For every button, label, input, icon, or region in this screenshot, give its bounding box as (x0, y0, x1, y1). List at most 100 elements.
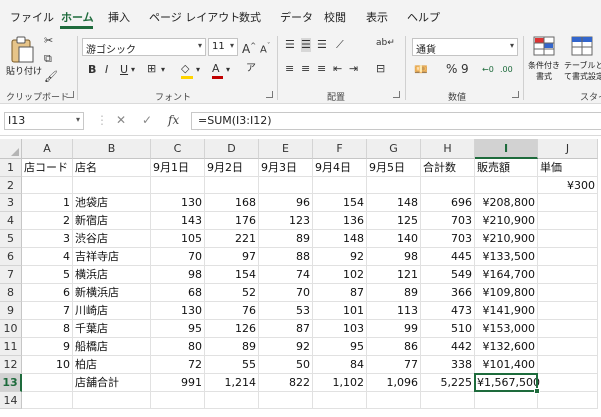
number-format-dropdown[interactable]: 通貨 ▾ (412, 38, 518, 56)
cell-I5[interactable]: ¥210,900 (475, 230, 538, 248)
cell-C13[interactable]: 991 (151, 374, 205, 392)
cell-C8[interactable]: 68 (151, 284, 205, 302)
select-all-button[interactable] (0, 139, 22, 159)
cell-A6[interactable]: 4 (22, 248, 73, 266)
cut-icon[interactable]: ✂ (44, 34, 53, 48)
chevron-down-icon[interactable]: ▾ (226, 63, 230, 77)
paste-button[interactable]: 貼り付け (6, 34, 42, 84)
align-left-icon[interactable]: ≡ (285, 62, 294, 76)
decrease-font-icon[interactable]: Aˇ (260, 39, 270, 57)
cell-I8[interactable]: ¥109,800 (475, 284, 538, 302)
cell-G4[interactable]: 125 (367, 212, 421, 230)
cell-H1[interactable]: 合計数 (421, 159, 475, 177)
cell-C11[interactable]: 80 (151, 338, 205, 356)
align-top-icon[interactable]: ☰ (285, 38, 295, 52)
insert-function-icon[interactable]: fx (168, 113, 179, 127)
cell-J3[interactable] (538, 194, 598, 212)
cell-H9[interactable]: 473 (421, 302, 475, 320)
decrease-decimal-icon[interactable]: .00 (500, 63, 513, 77)
tab-data[interactable]: データ (280, 9, 313, 25)
row-header-9[interactable]: 9 (0, 302, 22, 320)
tab-file[interactable]: ファイル (10, 9, 54, 25)
cell-F1[interactable]: 9月4日 (313, 159, 367, 177)
cell-J12[interactable] (538, 356, 598, 374)
cell-I10[interactable]: ¥153,000 (475, 320, 538, 338)
cell-J4[interactable] (538, 212, 598, 230)
cell-H14[interactable] (421, 392, 475, 409)
cell-D14[interactable] (205, 392, 259, 409)
align-right-icon[interactable]: ≡ (317, 62, 326, 76)
clipboard-launcher-icon[interactable] (67, 91, 74, 98)
cell-E3[interactable]: 96 (259, 194, 313, 212)
cell-H4[interactable]: 703 (421, 212, 475, 230)
cell-D10[interactable]: 126 (205, 320, 259, 338)
row-header-14[interactable]: 14 (0, 392, 22, 409)
cell-F10[interactable]: 103 (313, 320, 367, 338)
cell-J5[interactable] (538, 230, 598, 248)
cell-I13[interactable]: ¥1,567,500 (475, 374, 540, 392)
row-header-12[interactable]: 12 (0, 356, 22, 374)
column-header-H[interactable]: H (421, 139, 475, 159)
underline-button[interactable]: U (120, 63, 128, 77)
cell-A4[interactable]: 2 (22, 212, 73, 230)
cell-G7[interactable]: 121 (367, 266, 421, 284)
cell-C10[interactable]: 95 (151, 320, 205, 338)
cell-D6[interactable]: 97 (205, 248, 259, 266)
cell-B11[interactable]: 船橋店 (73, 338, 151, 356)
cell-H2[interactable] (421, 177, 475, 194)
cell-B12[interactable]: 柏店 (73, 356, 151, 374)
cell-E11[interactable]: 92 (259, 338, 313, 356)
cell-D4[interactable]: 176 (205, 212, 259, 230)
cell-G2[interactable] (367, 177, 421, 194)
tab-insert[interactable]: 挿入 (108, 9, 130, 25)
cell-B9[interactable]: 川崎店 (73, 302, 151, 320)
cell-D9[interactable]: 76 (205, 302, 259, 320)
cell-E5[interactable]: 89 (259, 230, 313, 248)
cell-D7[interactable]: 154 (205, 266, 259, 284)
cell-A1[interactable]: 店コード (22, 159, 73, 177)
align-bottom-icon[interactable]: ☰ (317, 38, 327, 52)
cell-C3[interactable]: 130 (151, 194, 205, 212)
cell-B4[interactable]: 新宿店 (73, 212, 151, 230)
cell-I1[interactable]: 販売額 (475, 159, 538, 177)
cell-I3[interactable]: ¥208,800 (475, 194, 538, 212)
cell-B8[interactable]: 新横浜店 (73, 284, 151, 302)
cell-B13[interactable]: 店舗合計 (73, 374, 151, 392)
cell-E2[interactable] (259, 177, 313, 194)
cell-J7[interactable] (538, 266, 598, 284)
cell-F7[interactable]: 102 (313, 266, 367, 284)
cell-J13[interactable] (538, 374, 598, 392)
column-header-G[interactable]: G (367, 139, 421, 159)
column-header-E[interactable]: E (259, 139, 313, 159)
row-header-2[interactable]: 2 (0, 177, 22, 194)
cell-A13[interactable] (22, 374, 73, 392)
cell-I6[interactable]: ¥133,500 (475, 248, 538, 266)
cell-F13[interactable]: 1,102 (313, 374, 367, 392)
cell-C9[interactable]: 130 (151, 302, 205, 320)
column-header-F[interactable]: F (313, 139, 367, 159)
cell-D13[interactable]: 1,214 (205, 374, 259, 392)
cell-A7[interactable]: 5 (22, 266, 73, 284)
cell-G9[interactable]: 113 (367, 302, 421, 320)
cell-F6[interactable]: 92 (313, 248, 367, 266)
cell-H12[interactable]: 338 (421, 356, 475, 374)
row-header-11[interactable]: 11 (0, 338, 22, 356)
row-header-6[interactable]: 6 (0, 248, 22, 266)
orientation-icon[interactable]: ⟋ (336, 38, 344, 52)
tab-review[interactable]: 校閲 (324, 9, 346, 25)
cell-D1[interactable]: 9月2日 (205, 159, 259, 177)
cell-G6[interactable]: 98 (367, 248, 421, 266)
alignment-launcher-icon[interactable] (393, 91, 400, 98)
column-header-J[interactable]: J (538, 139, 598, 159)
cell-G14[interactable] (367, 392, 421, 409)
column-header-A[interactable]: A (22, 139, 73, 159)
cell-G8[interactable]: 89 (367, 284, 421, 302)
column-header-D[interactable]: D (205, 139, 259, 159)
cell-G11[interactable]: 86 (367, 338, 421, 356)
cell-F9[interactable]: 101 (313, 302, 367, 320)
cell-E4[interactable]: 123 (259, 212, 313, 230)
cell-E1[interactable]: 9月3日 (259, 159, 313, 177)
cell-G12[interactable]: 77 (367, 356, 421, 374)
tab-page-layout[interactable]: ページ レイアウト (149, 9, 240, 25)
cell-D12[interactable]: 55 (205, 356, 259, 374)
